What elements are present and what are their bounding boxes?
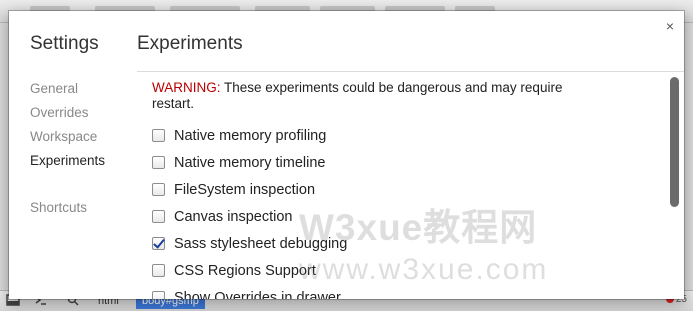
- checkbox[interactable]: [152, 129, 165, 142]
- experiment-label: Native memory timeline: [174, 154, 326, 171]
- experiment-native-memory-timeline[interactable]: Native memory timeline: [152, 149, 652, 176]
- warning-label: WARNING:: [152, 80, 221, 95]
- experiment-canvas-inspection[interactable]: Canvas inspection: [152, 203, 652, 230]
- nav-item-general[interactable]: General: [30, 77, 105, 101]
- dialog-title: Settings: [30, 33, 99, 54]
- experiment-label: FileSystem inspection: [174, 181, 316, 198]
- experiment-label: Show Overrides in drawer: [174, 289, 341, 300]
- experiment-show-overrides-in-drawer[interactable]: Show Overrides in drawer: [152, 284, 652, 299]
- nav-item-overrides[interactable]: Overrides: [30, 101, 105, 125]
- experiment-label: CSS Regions Support: [174, 262, 316, 279]
- experiment-filesystem-inspection[interactable]: FileSystem inspection: [152, 176, 652, 203]
- checkbox[interactable]: [152, 264, 165, 277]
- nav-item-experiments[interactable]: Experiments: [30, 149, 105, 173]
- experiments-panel: WARNING: These experiments could be dang…: [152, 80, 652, 299]
- experiment-label: Canvas inspection: [174, 208, 293, 225]
- page-title: Experiments: [137, 33, 243, 54]
- settings-dialog: × Settings General Overrides Workspace E…: [9, 11, 684, 299]
- experiment-css-regions-support[interactable]: CSS Regions Support: [152, 257, 652, 284]
- scrollbar[interactable]: [670, 77, 679, 289]
- close-button[interactable]: ×: [666, 18, 674, 34]
- checkbox-checked[interactable]: [152, 237, 165, 250]
- nav-item-shortcuts[interactable]: Shortcuts: [30, 196, 105, 220]
- scrollbar-thumb[interactable]: [670, 77, 679, 207]
- experiments-list: Native memory profiling Native memory ti…: [152, 122, 652, 299]
- experiment-label: Native memory profiling: [174, 127, 327, 144]
- settings-nav: General Overrides Workspace Experiments …: [30, 77, 105, 220]
- experiment-native-memory-profiling[interactable]: Native memory profiling: [152, 122, 652, 149]
- nav-item-workspace[interactable]: Workspace: [30, 125, 105, 149]
- experiment-label: Sass stylesheet debugging: [174, 235, 348, 252]
- checkbox[interactable]: [152, 183, 165, 196]
- warning-message: WARNING: These experiments could be dang…: [152, 80, 592, 112]
- title-divider: [137, 71, 684, 72]
- checkbox[interactable]: [152, 156, 165, 169]
- checkbox[interactable]: [152, 210, 165, 223]
- experiment-sass-stylesheet-debugging[interactable]: Sass stylesheet debugging: [152, 230, 652, 257]
- checkbox[interactable]: [152, 291, 165, 299]
